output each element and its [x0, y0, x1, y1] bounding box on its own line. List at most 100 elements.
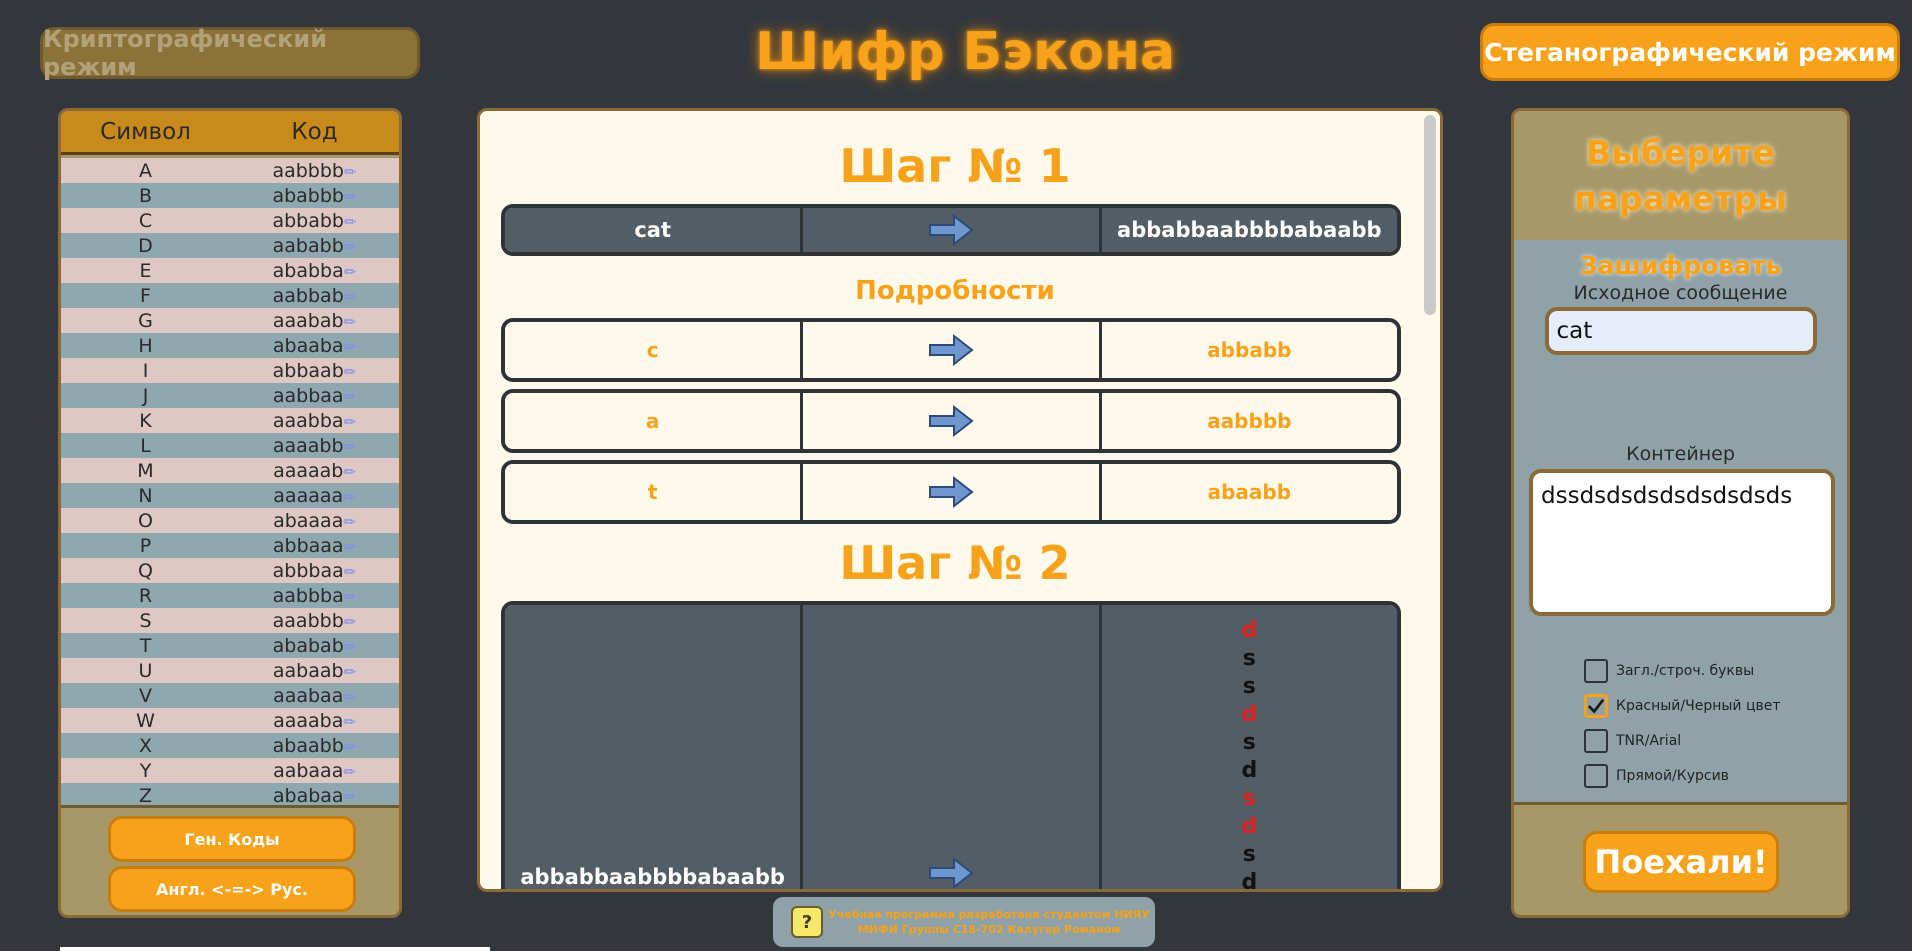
option-color[interactable]: Красный/Черный цвет: [1584, 694, 1781, 718]
code-value[interactable]: aaabba✏: [230, 410, 399, 432]
pencil-icon[interactable]: ✏: [343, 513, 356, 531]
code-table-row[interactable]: Gaaabab✏: [61, 308, 399, 333]
encrypt-mode-label[interactable]: Зашифровать: [1514, 251, 1847, 280]
option-italic[interactable]: Прямой/Курсив: [1584, 764, 1729, 788]
code-value[interactable]: abbaaa✏: [230, 535, 399, 557]
pencil-icon[interactable]: ✏: [344, 288, 357, 306]
code-table-row[interactable]: Vaaabaa✏: [61, 683, 399, 708]
code-table-row[interactable]: Yaabaaa✏: [61, 758, 399, 783]
pencil-icon[interactable]: ✏: [344, 613, 357, 631]
pencil-icon[interactable]: ✏: [344, 438, 357, 456]
code-table-row[interactable]: Faabbab✏: [61, 283, 399, 308]
code-value[interactable]: aaaaaa✏: [230, 485, 399, 507]
generate-codes-button[interactable]: Ген. Коды: [108, 816, 356, 862]
checkbox[interactable]: [1584, 729, 1608, 753]
pencil-icon[interactable]: ✏: [343, 463, 356, 481]
code-value[interactable]: ababbb✏: [230, 185, 399, 207]
code-table-row[interactable]: Laaaabb✏: [61, 433, 399, 458]
code-table-row[interactable]: Aaabbbb✏: [61, 158, 399, 183]
code-table-row[interactable]: Saaabbb✏: [61, 608, 399, 633]
code-table-row[interactable]: Cabbabb✏: [61, 208, 399, 233]
option-case[interactable]: Загл./строч. буквы: [1584, 659, 1754, 683]
code-value[interactable]: ababba✏: [230, 260, 399, 282]
code-table-row[interactable]: Raabbba✏: [61, 583, 399, 608]
code-value[interactable]: aaaabb✏: [230, 435, 399, 457]
code-value[interactable]: aabbba✏: [230, 585, 399, 607]
pencil-icon[interactable]: ✏: [344, 388, 357, 406]
pencil-icon[interactable]: ✏: [344, 238, 357, 256]
go-button[interactable]: Поехали!: [1583, 831, 1779, 893]
code-value[interactable]: abbbaa✏: [230, 560, 399, 582]
pencil-icon[interactable]: ✏: [344, 313, 357, 331]
pencil-icon[interactable]: ✏: [344, 588, 357, 606]
pencil-icon[interactable]: ✏: [344, 163, 357, 181]
pencil-icon[interactable]: ✏: [344, 638, 357, 656]
pencil-icon[interactable]: ✏: [344, 788, 357, 806]
code-value[interactable]: abaaba✏: [230, 335, 399, 357]
code-table-row[interactable]: Iabbaab✏: [61, 358, 399, 383]
pencil-icon[interactable]: ✏: [344, 738, 357, 756]
pencil-icon[interactable]: ✏: [344, 338, 357, 356]
pencil-icon[interactable]: ✏: [344, 363, 357, 381]
code-value[interactable]: aabaaa✏: [230, 760, 399, 782]
code-table-row[interactable]: Waaaaba✏: [61, 708, 399, 733]
question-icon[interactable]: ?: [791, 906, 823, 938]
pencil-icon[interactable]: ✏: [344, 413, 357, 431]
pencil-icon[interactable]: ✏: [344, 663, 357, 681]
detail-code: abaabb: [1098, 464, 1397, 520]
steg-mode-button[interactable]: Стеганографический режим: [1480, 23, 1900, 81]
code-value[interactable]: aaabab✏: [230, 310, 399, 332]
code-table-row[interactable]: Bababbb✏: [61, 183, 399, 208]
code-table-row[interactable]: Eababba✏: [61, 258, 399, 283]
pencil-icon[interactable]: ✏: [344, 213, 357, 231]
code-text: aaabab: [272, 309, 344, 332]
code-value[interactable]: abaaaa✏: [230, 510, 399, 532]
code-value[interactable]: aababb✏: [230, 235, 399, 257]
option-font[interactable]: TNR/Arial: [1584, 729, 1681, 753]
checkbox[interactable]: [1584, 659, 1608, 683]
code-table-row[interactable]: Naaaaaa✏: [61, 483, 399, 508]
pencil-icon[interactable]: ✏: [344, 188, 357, 206]
pencil-icon[interactable]: ✏: [344, 563, 357, 581]
code-value[interactable]: abaabb✏: [230, 735, 399, 757]
pencil-icon[interactable]: ✏: [343, 488, 356, 506]
code-value[interactable]: aaaaba✏: [230, 710, 399, 732]
pencil-icon[interactable]: ✏: [344, 538, 357, 556]
code-table-row[interactable]: Jaabbaa✏: [61, 383, 399, 408]
code-table-row[interactable]: Tababab✏: [61, 633, 399, 658]
code-value[interactable]: aabbbb✏: [230, 160, 399, 182]
code-value[interactable]: aaabbb✏: [230, 610, 399, 632]
code-value[interactable]: ababab✏: [230, 635, 399, 657]
pencil-icon[interactable]: ✏: [344, 263, 357, 281]
code-table-row[interactable]: Zababaa✏: [61, 783, 399, 805]
code-value[interactable]: aabbab✏: [230, 285, 399, 307]
checkbox-checked[interactable]: [1584, 694, 1608, 718]
code-table-row[interactable]: Pabbaaa✏: [61, 533, 399, 558]
code-value[interactable]: aabbaa✏: [230, 385, 399, 407]
code-table-row[interactable]: Xabaabb✏: [61, 733, 399, 758]
steps-panel[interactable]: Шаг № 1 cat abbabbaabbbbabaabb Подробнос…: [477, 108, 1443, 892]
code-table-row[interactable]: Daababb✏: [61, 233, 399, 258]
source-message-input[interactable]: [1544, 307, 1817, 355]
language-toggle-button[interactable]: Англ. <-=-> Рус.: [108, 866, 356, 912]
code-table-row[interactable]: Uaabaab✏: [61, 658, 399, 683]
code-value[interactable]: abbaab✏: [230, 360, 399, 382]
code-table-row[interactable]: Habaaba✏: [61, 333, 399, 358]
code-table-row[interactable]: Qabbbaa✏: [61, 558, 399, 583]
code-value[interactable]: aaabaa✏: [230, 685, 399, 707]
code-value[interactable]: aaaaab✏: [230, 460, 399, 482]
pencil-icon[interactable]: ✏: [343, 763, 356, 781]
container-input[interactable]: dssdsdsdsdsdsdsdsds: [1529, 469, 1835, 616]
code-value[interactable]: aabaab✏: [230, 660, 399, 682]
code-table-row[interactable]: Kaaabba✏: [61, 408, 399, 433]
pencil-icon[interactable]: ✏: [343, 713, 356, 731]
crypto-mode-button[interactable]: Криптографический режим: [40, 25, 420, 81]
code-table-row[interactable]: Maaaaab✏: [61, 458, 399, 483]
code-symbol: D: [138, 234, 153, 257]
code-value[interactable]: abbabb✏: [230, 210, 399, 232]
pencil-icon[interactable]: ✏: [343, 688, 356, 706]
code-table-row[interactable]: Oabaaaa✏: [61, 508, 399, 533]
code-value[interactable]: ababaa✏: [230, 785, 399, 806]
checkbox[interactable]: [1584, 764, 1608, 788]
code-table-body[interactable]: Aaabbbb✏ Bababbb✏ Cabbabb✏ Daababb✏ Eababba✏…: [61, 155, 399, 805]
